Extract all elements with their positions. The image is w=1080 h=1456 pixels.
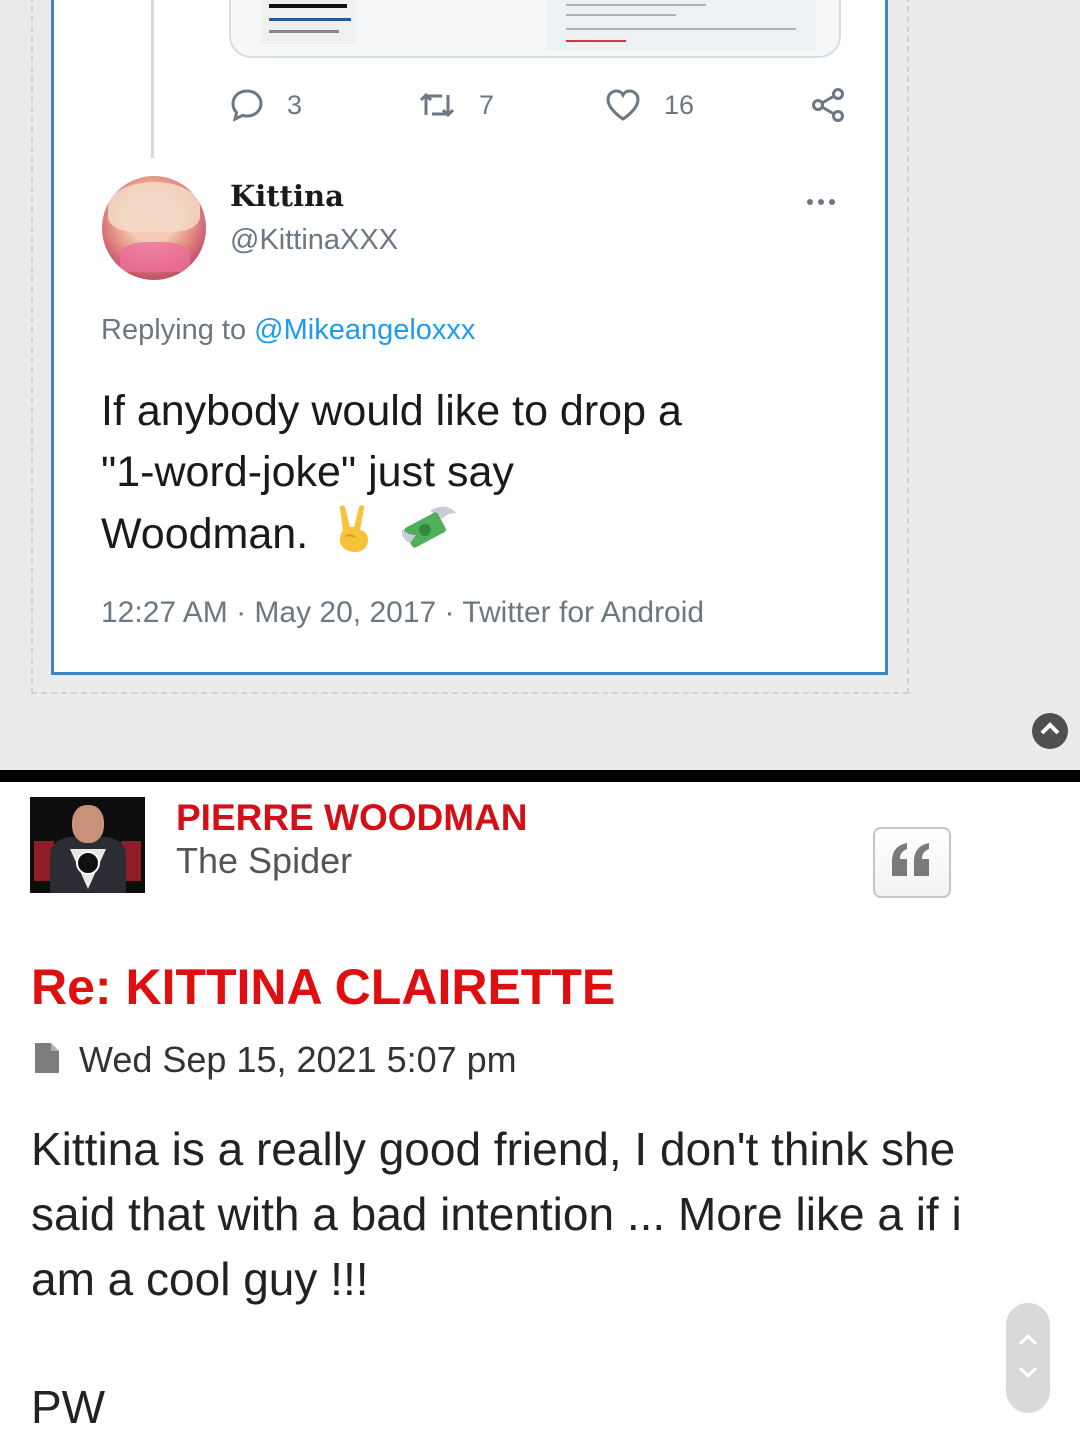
tweet-actions: 3 7 16 [229, 81, 849, 131]
quote-button[interactable] [873, 827, 951, 898]
post-divider [0, 770, 1080, 782]
post-date: Wed Sep 15, 2021 5:07 pm [79, 1039, 517, 1080]
like-count: 16 [664, 89, 695, 120]
retweet-action[interactable]: 7 [417, 81, 494, 129]
tweet-text-line-last: Woodman. [101, 503, 861, 570]
post-body: Kittina is a really good friend, I don't… [31, 1123, 962, 1305]
tweet-author-handle: @KittinaXXX [230, 224, 399, 256]
chevron-up-icon [1039, 721, 1061, 742]
tweet-text: If anybody would like to drop a "1-word-… [101, 381, 861, 570]
replying-prefix: Replying to [101, 314, 247, 346]
tweet-text-line: If anybody would like to drop a [101, 387, 682, 435]
tweet-timestamp: 12:27 AM · May 20, 2017 · Twitter for An… [101, 596, 705, 629]
tweet-author-name: Kittina [230, 179, 344, 213]
scroll-to-top-button[interactable] [1032, 713, 1068, 749]
reply-icon [229, 87, 265, 123]
heart-icon [604, 87, 642, 123]
quote-icon [890, 842, 934, 883]
post-signature: PW [31, 1381, 106, 1433]
post-author-name[interactable]: PIERRE WOODMAN [176, 797, 528, 839]
replying-mention-link[interactable]: @Mikeangeloxxx [254, 314, 475, 346]
quoted-media-text-image [546, 0, 816, 50]
page-scroller[interactable] [1006, 1303, 1050, 1413]
reply-action[interactable]: 3 [229, 81, 302, 129]
like-action[interactable]: 16 [604, 81, 694, 129]
tweet-author-avatar [102, 176, 206, 280]
victory-hand-icon [332, 503, 376, 570]
replying-to: Replying to @Mikeangeloxxx [101, 314, 475, 347]
thread-line [151, 0, 154, 158]
post-author-rank: The Spider [176, 840, 353, 881]
post-title[interactable]: Re: KITTINA CLAIRETTE [31, 958, 615, 1016]
chevron-down-icon[interactable] [1018, 1365, 1038, 1383]
tweet-card: 3 7 16 Kittina @KittinaXXX Replying to @… [51, 0, 888, 675]
document-icon [33, 1041, 61, 1080]
tweet-text-line: "1-word-joke" just say [101, 448, 514, 496]
quoted-media-thumbnail [261, 0, 356, 44]
share-icon [809, 87, 847, 123]
post-date-row: Wed Sep 15, 2021 5:07 pm [33, 1038, 517, 1082]
retweet-count: 7 [479, 89, 495, 120]
spider-logo-icon [76, 851, 100, 875]
money-with-wings-icon [400, 503, 458, 570]
quoted-tweet-media [229, 0, 841, 58]
share-action[interactable] [809, 81, 847, 129]
embedded-tweet-area: 3 7 16 Kittina @KittinaXXX Replying to @… [0, 0, 1080, 770]
more-options-icon[interactable] [801, 190, 841, 214]
post-author-avatar[interactable] [30, 797, 145, 893]
reply-count: 3 [287, 89, 303, 120]
chevron-up-icon[interactable] [1018, 1333, 1038, 1351]
retweet-icon [417, 87, 457, 123]
